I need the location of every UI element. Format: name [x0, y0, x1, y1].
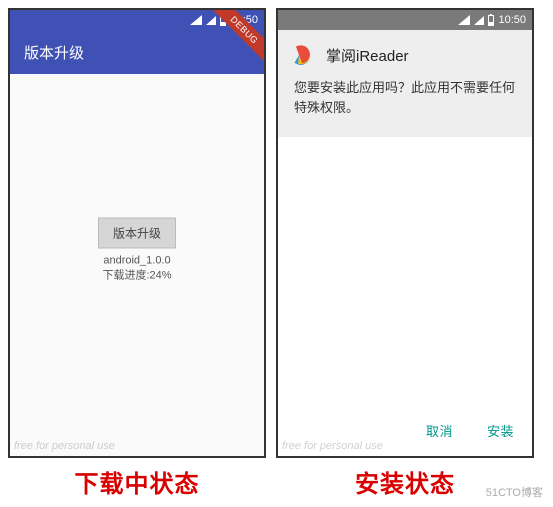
install-card: 掌阅iReader 您要安装此应用吗？此应用不需要任何特殊权限。	[278, 30, 532, 137]
cancel-button[interactable]: 取消	[422, 415, 457, 446]
install-header: 掌阅iReader	[294, 44, 516, 66]
install-actions: 取消 安装	[422, 415, 518, 446]
signal-icon	[458, 15, 470, 25]
right-phone: 10:50 掌阅iReader 您要安装此应用吗？此应用不需要任何特殊权限。 取…	[276, 8, 534, 458]
left-phone: 10:50 版本升级 debug 版本升级 android_1.0.0 下载进度…	[8, 8, 266, 458]
status-bar: 10:50	[278, 10, 532, 30]
signal-icon	[190, 15, 202, 25]
file-name-label: android_1.0.0	[98, 254, 176, 266]
upgrade-button[interactable]: 版本升级	[98, 217, 176, 248]
download-progress-label: 下载进度:24%	[98, 266, 176, 282]
download-center: 版本升级 android_1.0.0 下载进度:24%	[98, 217, 176, 282]
right-column: 10:50 掌阅iReader 您要安装此应用吗？此应用不需要任何特殊权限。 取…	[276, 8, 534, 499]
body-area: 掌阅iReader 您要安装此应用吗？此应用不需要任何特殊权限。 取消 安装 f…	[278, 30, 532, 456]
left-column: 10:50 版本升级 debug 版本升级 android_1.0.0 下载进度…	[8, 8, 266, 499]
app-name-label: 掌阅iReader	[326, 45, 409, 66]
wifi-icon	[206, 16, 216, 25]
watermark-text: free for personal use	[14, 440, 115, 452]
app-bar: 版本升级	[10, 30, 264, 74]
install-message: 您要安装此应用吗？此应用不需要任何特殊权限。	[294, 78, 516, 117]
battery-icon	[488, 15, 494, 26]
body-area: 版本升级 android_1.0.0 下载进度:24% free for per…	[10, 74, 264, 456]
app-bar-title: 版本升级	[24, 42, 84, 63]
wifi-icon	[474, 16, 484, 25]
watermark-text: free for personal use	[282, 440, 383, 452]
screenshot-pair: 10:50 版本升级 debug 版本升级 android_1.0.0 下载进度…	[8, 8, 545, 499]
app-icon	[294, 44, 316, 66]
left-caption: 下载中状态	[75, 464, 200, 499]
install-button[interactable]: 安装	[483, 415, 518, 446]
status-time: 10:50	[498, 14, 526, 26]
attribution-label: 51CTO博客	[486, 484, 543, 500]
right-caption: 安装状态	[355, 464, 455, 499]
